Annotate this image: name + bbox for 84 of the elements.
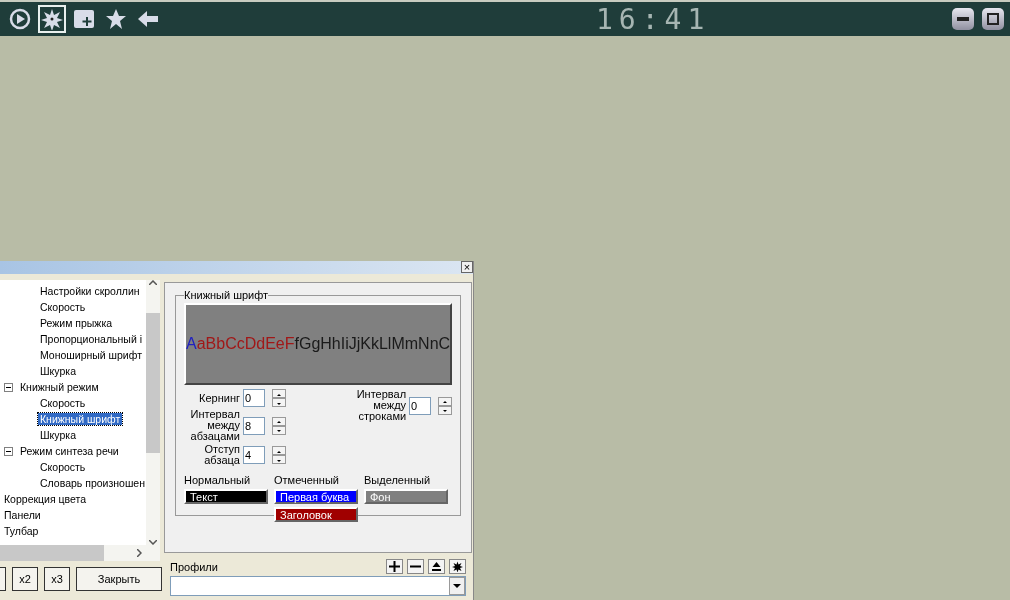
spin-down-button[interactable] xyxy=(438,405,453,415)
tree-item[interactable]: Режим прыжка xyxy=(38,317,115,329)
clock: 16:41 xyxy=(596,2,711,36)
minus-button[interactable] xyxy=(407,559,425,574)
column-header: Выделенный xyxy=(364,474,432,486)
tree-item[interactable]: Тулбар xyxy=(2,525,41,537)
preview-text: fGgHhIiJjKkLlMmNnC xyxy=(294,335,451,353)
tree-item[interactable]: Коррекция цвета xyxy=(2,493,89,505)
number-field[interactable]: 8 xyxy=(243,416,265,435)
preview-text: A xyxy=(186,335,197,353)
spin-down-button[interactable] xyxy=(272,425,286,435)
spin-up-button[interactable] xyxy=(272,389,286,398)
dropdown-button[interactable] xyxy=(449,577,466,595)
spin-up-button[interactable] xyxy=(272,446,286,455)
caret-up-icon xyxy=(277,393,281,396)
eject-icon xyxy=(431,561,443,572)
number-field[interactable]: 4 xyxy=(243,446,265,464)
tree-item[interactable]: Книжный режим xyxy=(18,381,101,393)
spinner-label: Кернинг xyxy=(198,392,240,404)
caret-down-icon xyxy=(453,584,462,588)
maximize-icon xyxy=(987,13,999,25)
caret-down-icon xyxy=(277,459,281,462)
caret-up-icon xyxy=(443,401,448,403)
spinner-label: Интервал между абзацами xyxy=(189,409,240,442)
tree-item[interactable]: Книжный шрифт xyxy=(38,413,123,425)
preview-text: aBbCcDdEeF xyxy=(196,335,295,353)
caret-down-icon xyxy=(443,410,448,412)
number-field[interactable]: 0 xyxy=(243,389,265,407)
scroll-right-icon xyxy=(137,549,142,557)
tree-item[interactable]: Шкурка xyxy=(38,429,78,441)
dialog-button[interactable]: Закрыть xyxy=(76,567,162,591)
spin-up-button[interactable] xyxy=(272,416,286,426)
caret-up-icon xyxy=(277,450,281,453)
gear-icon xyxy=(41,8,63,30)
tree-item[interactable]: Панели xyxy=(2,509,43,521)
star-icon xyxy=(105,8,127,30)
spin-down-button[interactable] xyxy=(272,455,286,464)
tree-item[interactable]: Пропорциональный і xyxy=(38,333,144,345)
caret-down-icon xyxy=(277,402,281,405)
spinner-label: Интервал между строками xyxy=(355,389,407,422)
tree-item[interactable]: Настройки скроллин xyxy=(38,285,142,297)
spin-up-button[interactable] xyxy=(438,396,453,406)
spinner-label: Отступ абзаца xyxy=(203,444,240,466)
toolbar-button[interactable] xyxy=(38,5,66,33)
maximize-button[interactable] xyxy=(982,8,1004,30)
collapse-icon[interactable] xyxy=(4,446,13,456)
tree-item[interactable]: Скорость xyxy=(38,301,88,313)
spin-down-button[interactable] xyxy=(272,398,286,407)
tree-item[interactable]: Скорость xyxy=(38,461,88,473)
scroll-up-icon xyxy=(149,280,157,285)
gear-button[interactable] xyxy=(449,559,467,574)
color-swatch-button[interactable]: Текст xyxy=(184,489,268,504)
back-arrow-icon xyxy=(137,8,159,30)
caret-up-icon xyxy=(277,421,281,423)
close-button[interactable]: × xyxy=(461,261,473,273)
caret-down-icon xyxy=(277,430,281,432)
plus-icon xyxy=(389,561,401,572)
group-title: Книжный шрифт xyxy=(184,289,269,301)
add-window-icon xyxy=(73,8,95,30)
play-icon xyxy=(9,8,31,30)
collapse-icon[interactable] xyxy=(4,382,13,392)
column-header: Отмеченный xyxy=(274,474,340,486)
minimize-icon xyxy=(957,17,969,21)
tree-item[interactable]: Режим синтеза речи xyxy=(18,445,121,457)
horizontal-scrollbar[interactable] xyxy=(0,545,160,561)
tree-item[interactable]: Словарь произношен xyxy=(38,477,146,489)
vertical-scrollbar[interactable] xyxy=(146,280,160,545)
tree-item[interactable]: Моноширный шрифт xyxy=(38,349,144,361)
profiles-label: Профили xyxy=(170,560,218,573)
minimize-button[interactable] xyxy=(952,8,974,30)
gear-icon xyxy=(452,561,464,572)
color-swatch-button[interactable]: Фон xyxy=(364,489,448,504)
eject-button[interactable] xyxy=(428,559,446,574)
column-header: Нормальный xyxy=(184,474,252,486)
dialog-button[interactable]: x3 xyxy=(44,567,70,591)
color-swatch-button[interactable]: Заголовок xyxy=(274,507,358,522)
scroll-down-icon xyxy=(149,540,157,545)
tree-item[interactable]: Скорость xyxy=(38,397,88,409)
number-field[interactable]: 0 xyxy=(409,396,432,415)
minus-icon xyxy=(410,565,422,568)
color-swatch-button[interactable]: Первая буква xyxy=(274,489,358,504)
dialog-button[interactable]: x2 xyxy=(12,567,38,591)
plus-button[interactable] xyxy=(386,559,404,574)
tree-item[interactable]: Шкурка xyxy=(38,365,78,377)
